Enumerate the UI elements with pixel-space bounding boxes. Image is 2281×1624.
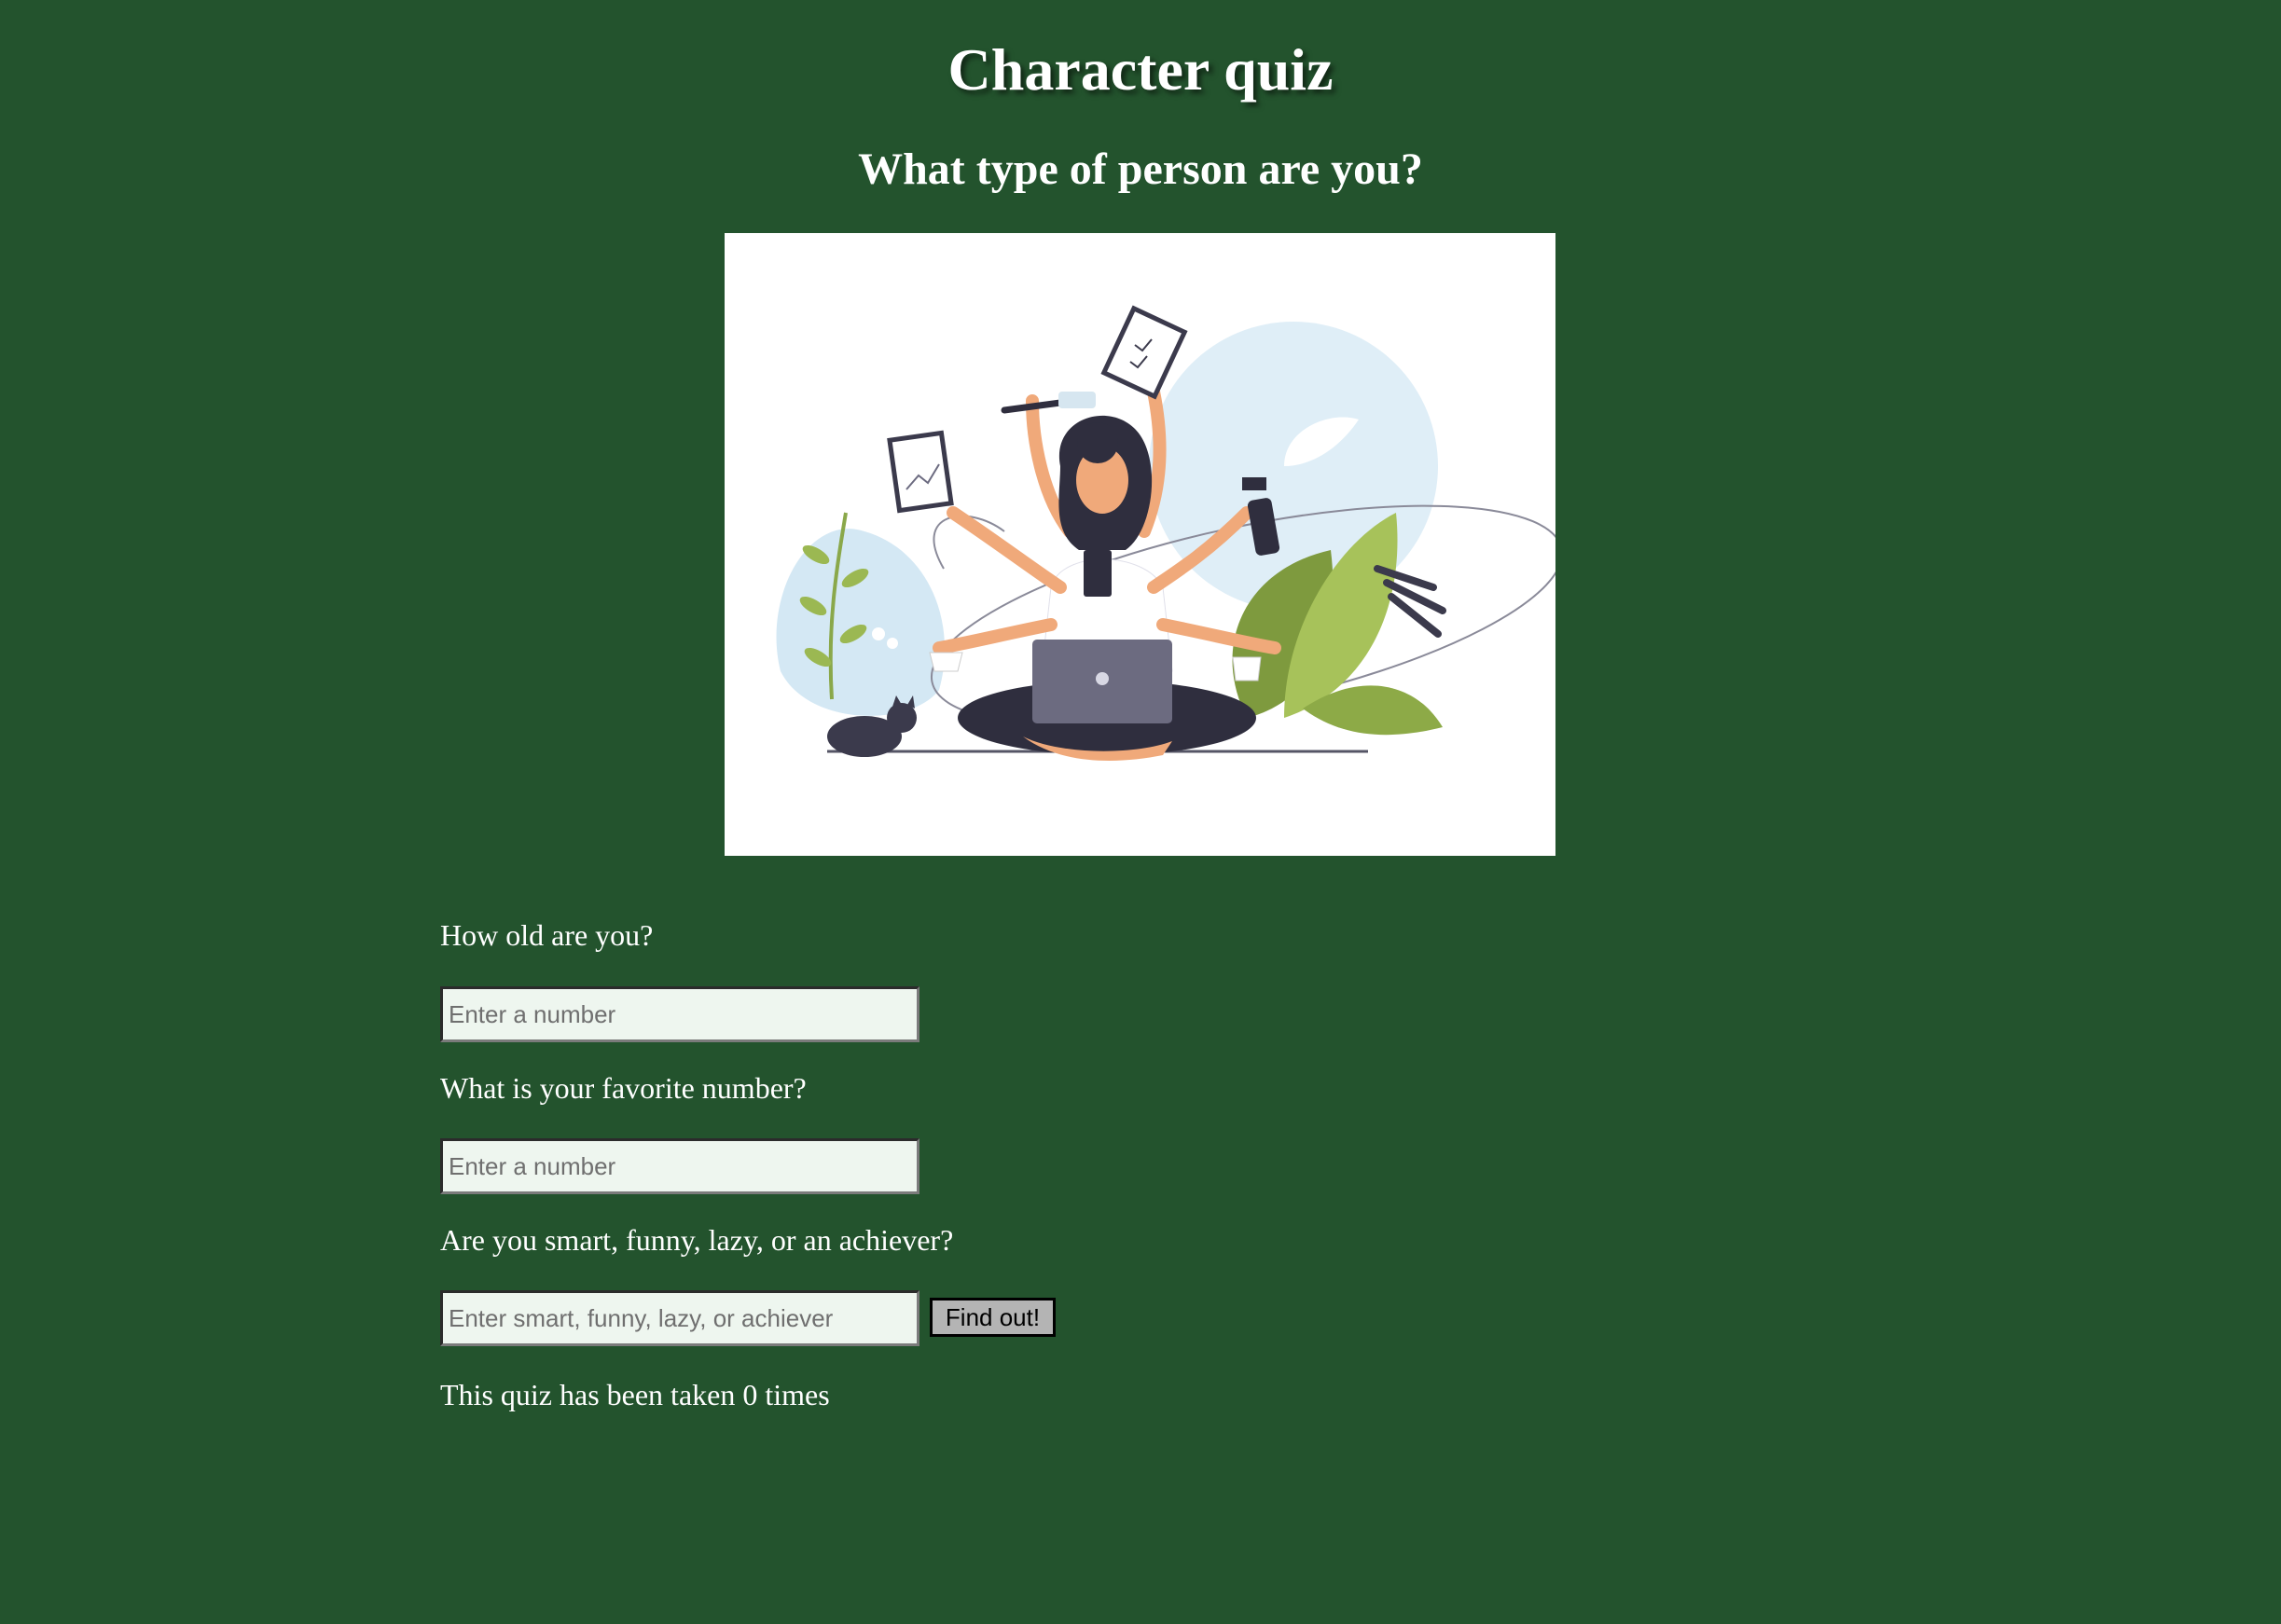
question-favorite-number-label: What is your favorite number?	[440, 1071, 807, 1105]
multitasking-woman-illustration-icon	[776, 305, 1555, 761]
page-subtitle: What type of person are you?	[858, 145, 1423, 194]
quiz-counter-text: This quiz has been taken 0 times	[440, 1378, 830, 1411]
age-input[interactable]	[440, 986, 919, 1042]
personality-input[interactable]	[440, 1290, 919, 1346]
question-age-label: How old are you?	[440, 918, 654, 952]
find-out-button[interactable]: Find out!	[930, 1298, 1056, 1337]
hero-image	[725, 233, 1555, 856]
question-personality-label: Are you smart, funny, lazy, or an achiev…	[440, 1223, 954, 1257]
page-title: Character quiz	[947, 36, 1334, 103]
favorite-number-input[interactable]	[440, 1138, 919, 1194]
